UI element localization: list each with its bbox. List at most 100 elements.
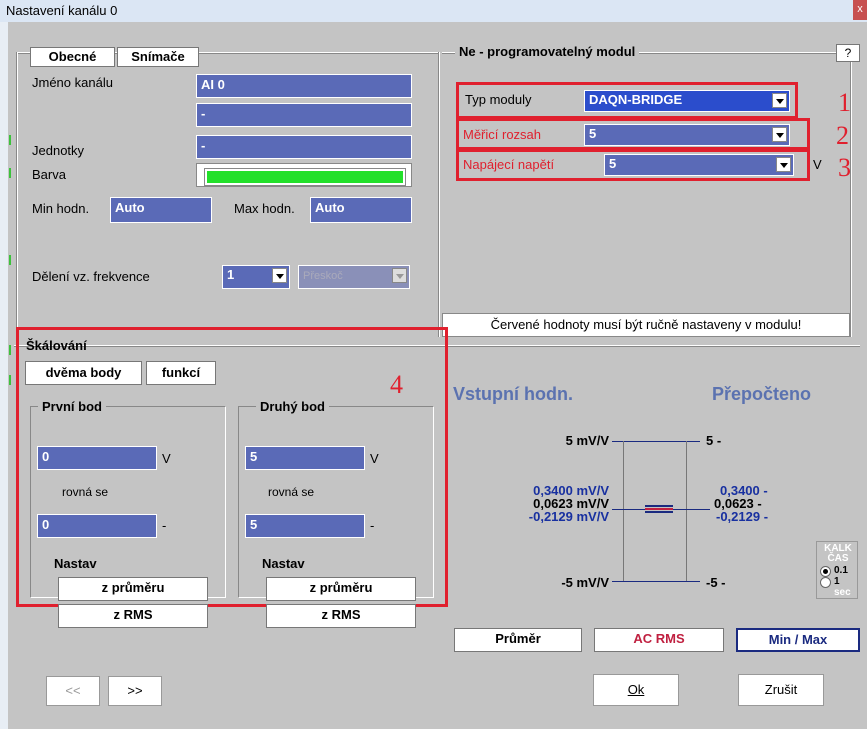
input-values-heading: Vstupní hodn. xyxy=(453,384,573,404)
chevron-down-icon[interactable] xyxy=(772,93,787,108)
min-label: Min hodn. xyxy=(32,201,90,216)
window-frame xyxy=(0,22,8,729)
tab-general[interactable]: Obecné xyxy=(30,47,115,67)
module-type-value: DAQN-BRIDGE xyxy=(589,92,683,107)
group-border-right xyxy=(438,52,440,337)
chevron-down-icon[interactable] xyxy=(272,268,287,283)
annotation-number-3: 3 xyxy=(838,153,851,182)
voltage-label: Napájecí napětí xyxy=(463,157,555,172)
first-point-title: První bod xyxy=(38,399,106,414)
channel-name-input[interactable]: AI 0 xyxy=(196,74,412,98)
scale-bottom-line xyxy=(612,581,700,582)
second-point-rms-button[interactable]: z RMS xyxy=(266,604,416,628)
separator-line xyxy=(440,345,860,347)
chevron-down-icon[interactable] xyxy=(776,157,791,172)
second-point-output[interactable]: 5 xyxy=(245,514,365,538)
range-label: Měřicí rozsah xyxy=(463,127,542,142)
calc-time-option-1: 0.1 xyxy=(834,565,848,576)
max-label: Max hodn. xyxy=(234,201,295,216)
voltage-value: 5 xyxy=(609,156,617,171)
units-label: Jednotky xyxy=(32,143,85,158)
chevron-down-icon[interactable] xyxy=(772,127,787,142)
input-top: 5 mV/V xyxy=(565,433,609,448)
module-note: Červené hodnoty musí být ručně nastaveny… xyxy=(442,313,850,337)
mode-minmax-button[interactable]: Min / Max xyxy=(736,628,860,652)
min-input[interactable]: Auto xyxy=(110,197,212,223)
calc-time-panel: KALK ČAS 0.1 1 sec xyxy=(816,541,858,599)
first-point-output[interactable]: 0 xyxy=(37,514,157,538)
first-point-rms-button[interactable]: z RMS xyxy=(58,604,208,628)
input-bottom: -5 mV/V xyxy=(561,575,609,590)
input-value-3: -0,2129 mV/V xyxy=(528,509,609,524)
mode-average-button[interactable]: Průměr xyxy=(454,628,582,652)
window-title: Nastavení kanálu 0 xyxy=(6,3,118,18)
scaling-title: Škálování xyxy=(26,338,87,353)
freq-value: 1 xyxy=(227,267,235,282)
tab-two-points[interactable]: dvěma body xyxy=(25,361,142,385)
calc-time-unit: sec xyxy=(834,587,851,598)
calc-time-radio-2[interactable] xyxy=(820,577,831,588)
second-point-output-unit: - xyxy=(370,518,375,533)
first-point-output-unit: - xyxy=(162,518,167,533)
second-point-title: Druhý bod xyxy=(256,399,329,414)
first-point-avg-button[interactable]: z průměru xyxy=(58,577,208,601)
group-border-left xyxy=(16,52,18,337)
value-marker xyxy=(645,505,673,507)
second-point-input[interactable]: 5 xyxy=(245,446,365,470)
second-point-input-unit: V xyxy=(370,451,379,466)
green-marker xyxy=(9,345,11,355)
first-point-input[interactable]: 0 xyxy=(37,446,157,470)
ok-button[interactable]: Ok xyxy=(593,674,679,706)
module-title: Ne - programovatelný modul xyxy=(455,44,640,59)
calc-time-label: KALK ČAS xyxy=(824,543,852,564)
prev-button[interactable]: << xyxy=(46,676,100,706)
second-point-equals: rovná se xyxy=(268,485,315,499)
green-marker xyxy=(9,168,11,178)
color-swatch xyxy=(204,168,406,186)
range-value: 5 xyxy=(589,126,597,141)
help-button[interactable]: ? xyxy=(836,44,860,62)
scale-left-line xyxy=(623,441,624,581)
voltage-select[interactable]: 5 xyxy=(604,154,794,176)
units-input[interactable]: - xyxy=(196,135,412,159)
voltage-unit: V xyxy=(813,157,822,172)
annotation-number-1: 1 xyxy=(838,88,851,117)
second-point-set-label: Nastav xyxy=(262,556,305,571)
freq-label: Dělení vz. frekvence xyxy=(32,269,150,284)
first-point-equals: rovná se xyxy=(62,485,109,499)
calc-time-option-2: 1 xyxy=(834,576,840,587)
converted-values-heading: Přepočteno xyxy=(712,384,812,404)
second-point-avg-button[interactable]: z průměru xyxy=(266,577,416,601)
green-marker xyxy=(9,255,11,265)
skip-select: Přeskoč xyxy=(298,265,410,289)
chevron-down-icon xyxy=(392,268,407,283)
range-select[interactable]: 5 xyxy=(584,124,790,146)
output-top: 5 - xyxy=(706,433,722,448)
color-label: Barva xyxy=(32,167,66,182)
value-marker xyxy=(645,508,673,510)
channel-name-input-2[interactable]: - xyxy=(196,103,412,127)
color-picker[interactable] xyxy=(196,163,412,187)
next-button[interactable]: >> xyxy=(108,676,162,706)
tab-function[interactable]: funkcí xyxy=(146,361,216,385)
calc-time-radio-1[interactable] xyxy=(820,566,831,577)
mode-ac-rms-button[interactable]: AC RMS xyxy=(594,628,724,652)
close-button[interactable]: x xyxy=(853,0,867,20)
freq-select[interactable]: 1 xyxy=(222,265,290,289)
cancel-button[interactable]: Zrušit xyxy=(738,674,824,706)
title-bar: Nastavení kanálu 0 x xyxy=(0,0,867,23)
tab-sensors[interactable]: Snímače xyxy=(117,47,199,67)
module-type-label: Typ moduly xyxy=(465,92,532,107)
annotation-number-2: 2 xyxy=(836,121,849,150)
green-marker xyxy=(9,375,11,385)
module-type-select[interactable]: DAQN-BRIDGE xyxy=(584,90,790,112)
first-point-set-label: Nastav xyxy=(54,556,97,571)
max-input[interactable]: Auto xyxy=(310,197,412,223)
output-value-3: -0,2129 - xyxy=(716,509,769,524)
scale-right-line xyxy=(686,441,687,581)
annotation-number-4: 4 xyxy=(390,370,403,399)
value-marker xyxy=(645,511,673,513)
first-point-input-unit: V xyxy=(162,451,171,466)
green-marker xyxy=(9,135,11,145)
channel-name-label: Jméno kanálu xyxy=(32,75,113,90)
